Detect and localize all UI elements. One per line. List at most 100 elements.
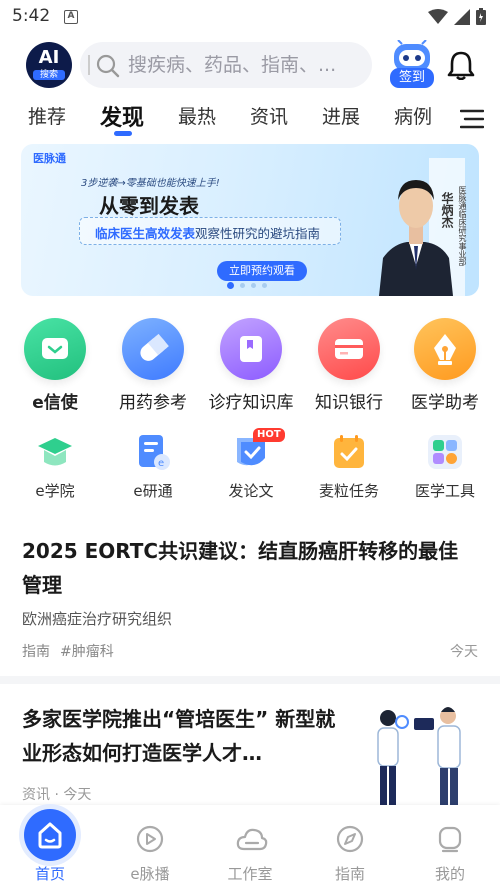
search-bar[interactable] — [80, 42, 372, 88]
article-card[interactable]: 多家医学院推出“管培医生” 新型就业形态如何打造医学人才… 资讯 · 今天 — [0, 692, 500, 812]
banner-subtitle: 临床医生高效发表观察性研究的避坑指南 — [95, 223, 320, 242]
pagination-dot — [262, 283, 267, 288]
pagination-dot — [240, 283, 245, 288]
article-tag[interactable]: #肿瘤科 — [60, 641, 114, 661]
article-illustration — [377, 707, 461, 806]
tab-recommend[interactable]: 推荐 — [28, 102, 66, 129]
svg-text:e: e — [158, 458, 164, 469]
book-icon — [220, 318, 282, 380]
ai-search-logo[interactable]: AI 搜索 — [26, 42, 72, 88]
feature-e-research[interactable]: e e研通 — [108, 432, 198, 501]
article-title: 多家医学院推出“管培医生” 新型就业形态如何打造医学人才… — [22, 707, 336, 765]
nav-emaibo[interactable]: e脉播 — [110, 805, 190, 888]
banner-cta-button[interactable]: 立即预约观看 — [217, 261, 307, 281]
feature-medical-tools[interactable]: 医学工具 — [400, 432, 490, 501]
chat-icon — [24, 318, 86, 380]
signin-button[interactable]: 签到 — [388, 40, 436, 90]
tab-progress[interactable]: 进展 — [322, 102, 360, 129]
tab-cases[interactable]: 病例 — [394, 102, 432, 129]
feature-tasks[interactable]: 麦粒任务 — [304, 432, 394, 501]
article-card[interactable]: 2025 EORTC共识建议：结直肠癌肝转移的最佳管理 欧洲癌症治疗研究组织 指… — [0, 520, 500, 684]
status-bar: 5:42 A — [0, 0, 500, 34]
document-icon: e — [133, 432, 173, 472]
logo-sub-text: 搜索 — [33, 70, 65, 80]
signal-icon — [454, 8, 470, 25]
banner-title: 从零到发表 — [99, 194, 199, 218]
system-icons — [428, 8, 486, 25]
article-tags: 指南 #肿瘤科 — [22, 641, 114, 661]
feature-knowledge-bank[interactable]: 知识银行 — [304, 318, 394, 413]
feature-label: 诊疗知识库 — [208, 393, 294, 413]
feature-label: e信使 — [32, 393, 78, 413]
nav-home[interactable]: 首页 — [10, 805, 90, 888]
tab-discover[interactable]: 发现 — [100, 100, 144, 132]
feature-label: 知识银行 — [315, 393, 383, 413]
speaker-org: 医脉通临床研究事业部 — [458, 186, 467, 266]
cloud-icon — [236, 828, 268, 851]
profile-icon — [438, 826, 462, 853]
banner-pagination — [227, 282, 267, 289]
feature-e-academy[interactable]: e学院 — [10, 432, 100, 501]
search-divider — [88, 55, 90, 75]
promo-banner[interactable]: 医脉通 3步逆袭→零基础也能快速上手! 从零到发表 临床医生高效发表观察性研究的… — [21, 144, 479, 296]
article-meta: 资讯 · 今天 — [22, 787, 92, 803]
nav-label: 工作室 — [227, 865, 273, 883]
tools-icon — [425, 432, 465, 472]
article-source: 欧洲癌症治疗研究组织 — [22, 610, 173, 628]
nav-profile[interactable]: 我的 — [410, 805, 490, 888]
feature-e-messenger[interactable]: e信使 — [10, 318, 100, 413]
article-tag[interactable]: 指南 — [22, 641, 50, 661]
search-input[interactable] — [128, 50, 364, 80]
task-check-icon — [329, 432, 369, 472]
feature-label: e研通 — [133, 482, 173, 500]
compass-icon — [336, 825, 364, 853]
speaker-name: 华炳杰 — [440, 192, 454, 228]
banner-subtitle-rest: 观察性研究的避坑指南 — [195, 226, 321, 241]
logo-main-text: AI — [38, 47, 60, 68]
feature-label: 发论文 — [228, 482, 274, 500]
category-tabs: 推荐 发现 最热 资讯 进展 病例 — [0, 100, 500, 136]
home-icon — [24, 809, 76, 861]
tab-menu-icon[interactable] — [460, 108, 484, 130]
pill-icon — [122, 318, 184, 380]
feature-exam-assist[interactable]: 医学助考 — [400, 318, 490, 413]
signin-label: 签到 — [390, 68, 434, 88]
hot-badge: HOT — [253, 428, 285, 442]
pen-icon — [414, 318, 476, 380]
nav-label: 我的 — [434, 865, 465, 883]
banner-steps: 3步逆袭→零基础也能快速上手! — [81, 178, 220, 189]
feature-label: 医学工具 — [414, 482, 475, 500]
tab-hottest[interactable]: 最热 — [178, 102, 216, 129]
bell-icon[interactable] — [447, 50, 475, 80]
nav-label: 指南 — [334, 865, 365, 883]
tab-news[interactable]: 资讯 — [250, 102, 288, 129]
feature-label: 用药参考 — [119, 393, 187, 413]
status-time: 5:42 — [12, 6, 51, 26]
pagination-dot — [227, 282, 234, 289]
nav-label: 首页 — [34, 865, 65, 883]
feature-diagnosis-knowledge[interactable]: 诊疗知识库 — [206, 318, 296, 413]
play-icon — [136, 825, 164, 853]
pagination-dot — [251, 283, 256, 288]
card-icon — [318, 318, 380, 380]
shield-check-icon: HOT — [231, 428, 285, 472]
nav-guide[interactable]: 指南 — [310, 805, 390, 888]
article-time: 今天 — [450, 644, 478, 660]
active-tab-indicator — [114, 131, 132, 136]
nav-studio[interactable]: 工作室 — [210, 805, 290, 888]
feature-publish-paper[interactable]: HOT 发论文 — [206, 428, 296, 501]
banner-subtitle-highlight: 临床医生高效发表 — [95, 226, 196, 241]
notification-icon: A — [64, 10, 78, 24]
battery-icon — [476, 8, 486, 25]
banner-brand: 医脉通 — [33, 152, 66, 165]
article-title: 2025 EORTC共识建议：结直肠癌肝转移的最佳管理 — [22, 539, 459, 597]
feature-label: 麦粒任务 — [318, 482, 379, 500]
wifi-icon — [428, 8, 448, 24]
feature-label: e学院 — [35, 482, 75, 500]
search-icon — [96, 54, 120, 78]
bottom-navigation: 首页 e脉播 工作室 指南 我的 — [0, 805, 500, 888]
feature-label: 医学助考 — [411, 393, 479, 413]
nav-label: e脉播 — [130, 865, 170, 883]
feature-drug-reference[interactable]: 用药参考 — [108, 318, 198, 413]
graduation-cap-icon — [35, 432, 75, 472]
